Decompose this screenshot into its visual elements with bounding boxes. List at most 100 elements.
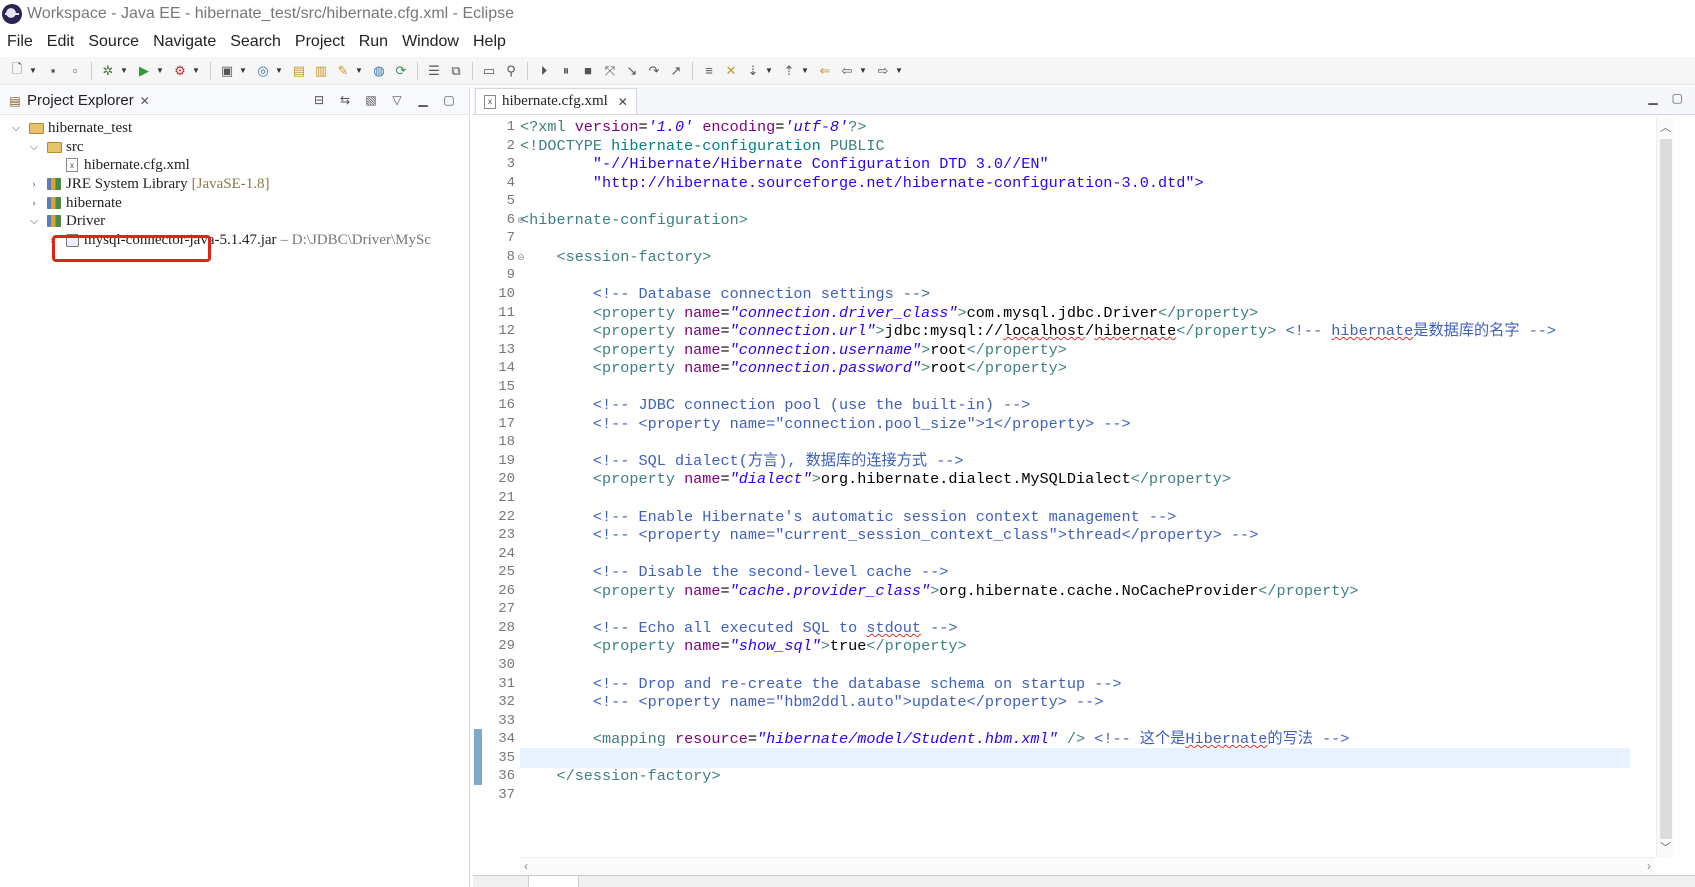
outline-icon[interactable]: ☰ [425,62,443,80]
debug-dropdown-icon[interactable]: ▼ [119,62,129,80]
code-token: <!-- JDBC connection pool (use the built… [592,396,1031,415]
scroll-down-icon[interactable]: ﹀ [1660,839,1671,855]
step-into-icon[interactable]: ↘ [623,62,641,80]
code-token: "http://hibernate.sourceforge.net/hibern… [592,173,1204,192]
minimize-icon[interactable]: ▁ [416,93,430,107]
project-icon [28,120,44,136]
project-explorer-label: Project Explorer [27,92,134,109]
forward-icon[interactable]: ⇨ [874,62,892,80]
menu-search[interactable]: Search [223,33,288,51]
next-annotation-dropdown-icon[interactable]: ▼ [764,62,774,80]
open-type-icon[interactable]: ▤ [290,62,308,80]
task-dropdown-icon[interactable]: ▼ [354,62,364,80]
step-over-icon[interactable]: ↷ [645,62,663,80]
chevron-down-icon[interactable]: ⌵ [10,122,22,135]
run-dropdown-icon[interactable]: ▼ [155,62,165,80]
vertical-scrollbar[interactable]: ︿ ﹀ [1656,117,1674,857]
next-annotation-icon[interactable]: ⇣ [744,62,762,80]
external-tools-icon[interactable]: ⚙ [171,62,189,80]
new-icon[interactable]: 🗋 [8,61,26,80]
terminate-icon[interactable]: ■ [579,62,597,80]
menu-run[interactable]: Run [352,33,395,51]
step-return-icon[interactable]: ↗ [667,62,685,80]
chevron-right-icon[interactable]: › [28,197,40,209]
menu-navigate[interactable]: Navigate [146,33,223,51]
new-server-icon[interactable]: ▣ [218,62,236,80]
scroll-up-icon[interactable]: ︿ [1660,119,1671,135]
menu-project[interactable]: Project [288,33,352,51]
open-task-icon[interactable]: ✎ [334,62,352,80]
line-number: 12 [498,323,515,340]
maximize-icon[interactable]: ▢ [1672,91,1683,105]
globe-icon[interactable]: ◍ [370,62,388,80]
editor-tab-hibernate-cfg-xml[interactable]: x hibernate.cfg.xml ✕ [475,88,637,114]
prev-annotation-dropdown-icon[interactable]: ▼ [800,62,810,80]
project-explorer-tab[interactable]: ▤ Project Explorer ✕ ⊟ ⇆ ▧ ▽ ▁ ▢ [0,87,469,115]
tree-item-src[interactable]: ⌵ src [28,137,84,157]
last-edit-icon[interactable]: ⇐ [816,62,834,80]
chevron-down-icon[interactable]: ⌵ [28,141,40,154]
scrollbar-thumb[interactable] [1660,139,1672,839]
link-with-editor-icon[interactable]: ⇆ [338,93,352,107]
run-icon[interactable]: ▶ [135,62,153,80]
code-line: <!-- SQL dialect(方言), 数据库的连接方式 --> [520,451,964,471]
tree-item-driver[interactable]: ⌵ Driver [28,211,105,231]
prev-annotation-icon[interactable]: ⇡ [780,62,798,80]
server-dropdown-icon[interactable]: ▼ [238,62,248,80]
chevron-down-icon[interactable]: ⌵ [28,215,40,228]
design-tab[interactable] [473,876,529,887]
disconnect-icon[interactable]: ⤧ [601,62,619,80]
close-icon[interactable]: ✕ [140,94,150,108]
source-tab[interactable] [529,876,579,887]
close-icon[interactable]: ✕ [618,95,628,109]
menu-source[interactable]: Source [81,33,146,51]
suspend-icon[interactable]: ⏸ [557,62,575,80]
menu-file[interactable]: File [0,33,40,51]
tree-item-hibernate-lib[interactable]: › hibernate [28,193,122,213]
line-number: 15 [498,378,515,395]
back-icon[interactable]: ⇦ [838,62,856,80]
code-token: > [820,637,830,656]
code-line: <property name="connection.username">roo… [520,340,1067,360]
tree-item-jre-system-library[interactable]: › JRE System Library [JavaSE-1.8] [28,174,269,194]
toolbar-separator [210,61,211,80]
code-token: "connection.password" [729,359,922,378]
minimize-icon[interactable]: ▁ [1648,91,1657,105]
new-dropdown-icon[interactable]: ▼ [28,62,38,80]
tree-item-hibernate-test[interactable]: ⌵ hibernate_test [10,118,132,138]
code-token: resource [674,730,748,749]
collapse-all-icon[interactable]: ⊟ [312,93,326,107]
menu-window[interactable]: Window [395,33,466,51]
refresh-icon[interactable]: ⟳ [392,62,410,80]
maximize-icon[interactable]: ▢ [442,93,456,107]
web-dropdown-icon[interactable]: ▼ [274,62,284,80]
back-dropdown-icon[interactable]: ▼ [858,62,868,80]
save-all-icon[interactable]: ▫ [66,62,84,80]
menu-edit[interactable]: Edit [40,33,82,51]
pin-icon[interactable]: ⚲ [502,62,520,80]
horizontal-scrollbar[interactable]: ‹ › [520,857,1655,875]
code-token: <property [592,359,685,378]
scroll-left-icon[interactable]: ‹ [524,859,528,873]
open-resource-icon[interactable]: ▥ [312,62,330,80]
resume-icon[interactable]: ⏵ [535,62,553,80]
save-icon[interactable]: ▪ [44,62,62,80]
debug-icon[interactable]: ✲ [99,62,117,80]
forward-dropdown-icon[interactable]: ▼ [894,62,904,80]
filter-icon[interactable]: ▧ [364,93,378,107]
view-menu-icon[interactable]: ▽ [390,93,404,107]
new-web-icon[interactable]: ◎ [254,62,272,80]
external-tools-dropdown-icon[interactable]: ▼ [191,62,201,80]
console-icon[interactable]: ▭ [480,62,498,80]
scroll-right-icon[interactable]: › [1647,859,1651,873]
tree-item-hibernate-cfg-xml[interactable]: x hibernate.cfg.xml [64,155,190,175]
hierarchy-icon[interactable]: ⧉ [447,62,465,80]
toggle-mark-icon[interactable]: ✕ [722,62,740,80]
toggle-block-icon[interactable]: ≡ [700,62,718,80]
menu-help[interactable]: Help [466,33,513,51]
chevron-right-icon[interactable]: › [28,178,40,190]
code-line [520,747,1630,768]
code-token: </session-factory> [556,767,721,786]
code-token: = [720,581,730,600]
